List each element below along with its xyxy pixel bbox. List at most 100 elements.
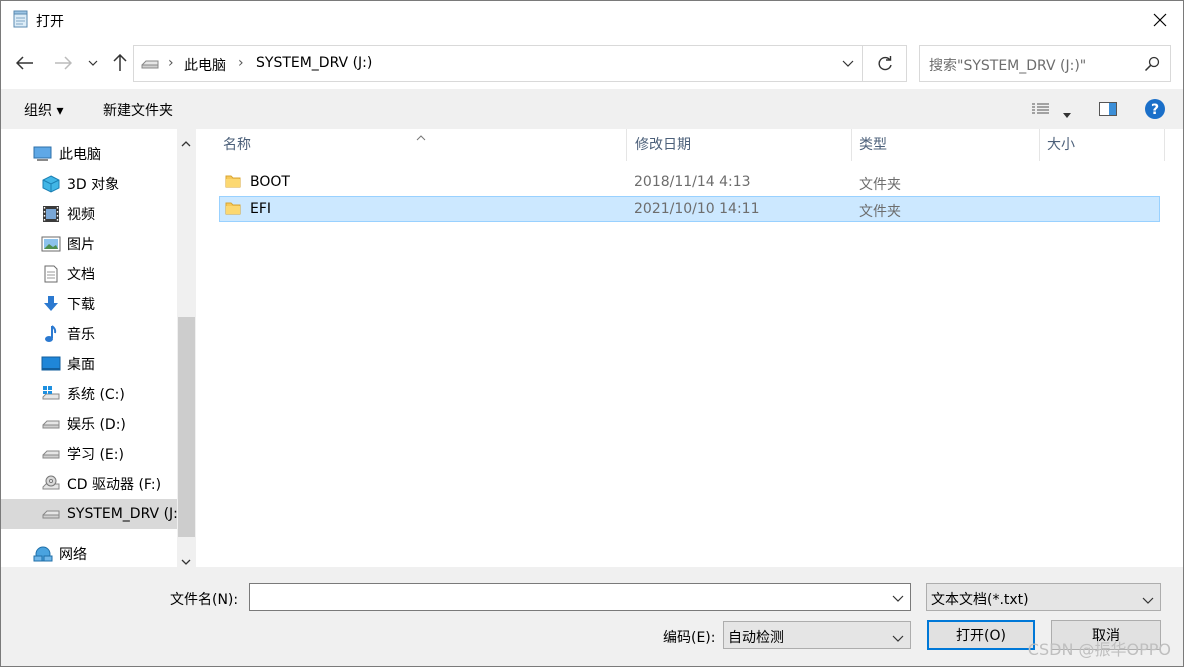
sidebar-item-documents[interactable]: 文档 [1,259,177,289]
computer-icon [33,144,53,164]
windows-drive-icon [41,384,61,404]
column-header-modified[interactable]: 修改日期 [627,129,691,161]
sidebar-item-label: 音乐 [67,327,95,343]
arrow-left-icon [16,56,33,70]
search-input[interactable]: 搜索"SYSTEM_DRV (J:)" [919,45,1171,82]
sidebar-item-label: 桌面 [67,357,95,373]
view-options-button[interactable] [1032,102,1050,120]
sidebar-item-drive-c[interactable]: 系统 (C:) [1,379,177,409]
filetype-value: 文本文档(*.txt) [931,592,1029,608]
close-icon [1153,13,1167,27]
music-icon [41,324,61,344]
sidebar-item-label: 3D 对象 [67,177,120,193]
sidebar-item-drive-j[interactable]: SYSTEM_DRV (J:) [1,499,177,529]
folder-icon [225,173,241,193]
forward-button[interactable] [51,51,75,75]
scroll-up-icon[interactable] [181,135,191,151]
open-button[interactable]: 打开(O) [927,620,1035,650]
column-divider[interactable] [1164,129,1165,161]
sidebar-item-label: CD 驱动器 (F:) [67,477,162,493]
table-row[interactable]: EFI 2021/10/10 14:11 文件夹 [219,196,1160,222]
network-icon [33,544,53,564]
chevron-down-icon[interactable] [892,590,904,606]
command-bar: 组织 ▾ 新建文件夹 ? [1,89,1183,129]
recent-locations-button[interactable] [83,51,103,75]
preview-pane-icon [1099,102,1117,116]
open-file-dialog: 打开 › 此电脑 › SYSTEM_DRV (J:) 搜索"SYSTEM_DRV… [0,0,1184,667]
up-button[interactable] [108,51,132,75]
sidebar-item-desktop[interactable]: 桌面 [1,349,177,379]
chevron-down-icon [842,60,854,67]
sidebar-item-drive-f[interactable]: CD 驱动器 (F:) [1,469,177,499]
organize-button[interactable]: 组织 ▾ [24,100,63,120]
sidebar-item-label: 系统 (C:) [67,387,125,403]
sidebar-item-this-pc[interactable]: 此电脑 [1,139,177,169]
refresh-button[interactable] [863,45,907,82]
help-button[interactable]: ? [1144,98,1166,124]
encoding-label: 编码(E): [663,630,716,646]
pictures-icon [41,234,61,254]
back-button[interactable] [13,51,37,75]
breadcrumb-item-drive[interactable]: SYSTEM_DRV (J:) [256,55,372,71]
new-folder-button[interactable]: 新建文件夹 [103,100,173,120]
filename-input[interactable] [249,583,911,611]
breadcrumb-separator: › [168,55,174,71]
drive-icon [140,57,160,75]
details-view-icon [1032,103,1049,114]
3d-objects-icon [41,174,61,194]
file-modified: 2021/10/10 14:11 [634,201,760,217]
watermark: CSDN @振华OPPO [1027,640,1171,659]
column-header-type[interactable]: 类型 [851,129,887,161]
breadcrumb-separator: › [238,55,244,71]
sidebar-item-videos[interactable]: 视频 [1,199,177,229]
sidebar-item-label: 此电脑 [59,147,101,163]
filename-label: 文件名(N): [170,592,239,608]
sidebar-item-network[interactable]: 网络 [1,539,177,569]
sidebar-item-drive-e[interactable]: 学习 (E:) [1,439,177,469]
sidebar-item-music[interactable]: 音乐 [1,319,177,349]
encoding-select[interactable]: 自动检测 [723,621,911,649]
search-icon [1144,56,1160,76]
filetype-select[interactable]: 文本文档(*.txt) [926,583,1161,611]
file-name: BOOT [250,174,290,190]
drive-icon [41,444,61,464]
preview-pane-button[interactable] [1099,101,1117,121]
video-icon [41,204,61,224]
chevron-down-icon [892,630,904,646]
column-header-size[interactable]: 大小 [1039,129,1075,161]
chevron-down-icon [1142,592,1154,608]
sidebar-item-label: 下载 [67,297,95,313]
refresh-icon [878,55,892,70]
file-type: 文件夹 [859,204,901,220]
svg-text:?: ? [1151,102,1159,118]
desktop-icon [41,354,61,374]
sidebar-item-3d-objects[interactable]: 3D 对象 [1,169,177,199]
sidebar-item-label: 文档 [67,267,95,283]
triangle-down-icon [1063,113,1071,118]
sidebar-item-label: SYSTEM_DRV (J:) [67,506,177,522]
title-bar: 打开 [1,1,1183,39]
drive-icon [41,504,61,524]
file-name: EFI [250,201,272,217]
table-row[interactable]: BOOT 2018/11/14 4:13 文件夹 [219,170,1160,196]
sidebar-item-pictures[interactable]: 图片 [1,229,177,259]
sidebar-item-label: 网络 [59,547,87,563]
window-title: 打开 [36,14,64,30]
close-button[interactable] [1137,1,1183,39]
breadcrumb-item-this-pc[interactable]: 此电脑 [184,55,226,75]
arrow-up-icon [113,54,127,71]
sidebar-item-label: 娱乐 (D:) [67,417,126,433]
encoding-value: 自动检测 [728,630,784,646]
column-header-name[interactable]: 名称 [215,129,251,161]
notepad-icon [13,10,29,28]
chevron-down-icon [88,60,98,66]
file-list: 名称 修改日期 类型 大小 BOOT 2018/11/14 4:13 文件夹 E… [199,129,1183,567]
folder-icon [225,200,241,220]
sidebar-item-drive-d[interactable]: 娱乐 (D:) [1,409,177,439]
nav-pane-scrollbar[interactable] [177,129,196,567]
sidebar-item-downloads[interactable]: 下载 [1,289,177,319]
view-dropdown-button[interactable] [1063,106,1071,122]
address-dropdown-button[interactable] [834,46,862,81]
scrollbar-thumb[interactable] [178,317,195,537]
address-bar[interactable]: › 此电脑 › SYSTEM_DRV (J:) [133,45,863,82]
